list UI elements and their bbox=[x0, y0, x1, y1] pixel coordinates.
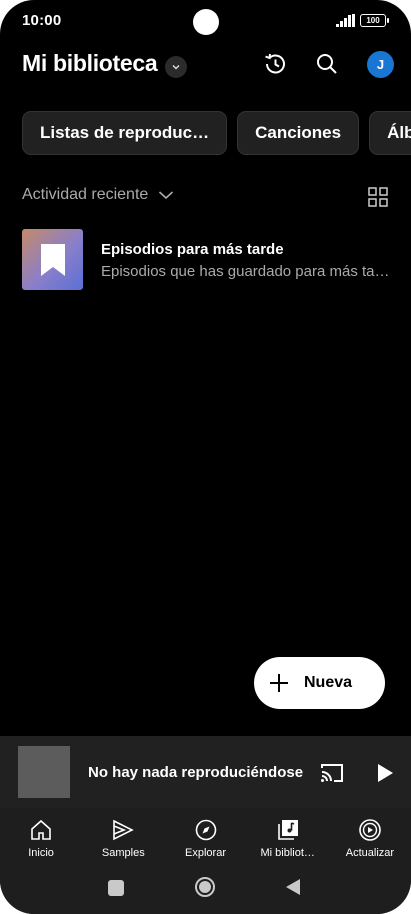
chevron-down-icon bbox=[159, 191, 174, 200]
nav-label: Inicio bbox=[28, 847, 54, 859]
chevron-down-icon bbox=[172, 65, 180, 70]
bookmark-icon bbox=[40, 243, 65, 276]
mini-player[interactable]: No hay nada reproduciéndose bbox=[0, 736, 411, 808]
compass-icon bbox=[195, 819, 216, 841]
recent-activity-label: Actividad reciente bbox=[22, 186, 149, 203]
nav-item-mi-biblioteca[interactable]: Mi bibliot… bbox=[247, 808, 329, 864]
cast-icon[interactable] bbox=[320, 763, 344, 783]
front-camera bbox=[193, 9, 219, 35]
avatar-letter: J bbox=[376, 57, 385, 72]
item-title: Episodios para más tarde bbox=[101, 241, 284, 258]
avatar[interactable]: J bbox=[367, 51, 394, 78]
home-button[interactable] bbox=[195, 877, 215, 897]
upgrade-icon bbox=[359, 819, 381, 841]
history-icon bbox=[265, 53, 285, 74]
library-icon bbox=[277, 820, 298, 840]
nav-label: Mi bibliot… bbox=[260, 847, 315, 859]
player-artwork bbox=[18, 746, 70, 798]
back-button[interactable] bbox=[286, 879, 300, 895]
recent-activity-sort[interactable]: Actividad reciente bbox=[22, 186, 174, 204]
play-icon[interactable] bbox=[376, 763, 394, 783]
grid-view-icon[interactable] bbox=[368, 187, 388, 207]
system-nav-bar bbox=[0, 864, 411, 914]
nav-item-inicio[interactable]: Inicio bbox=[0, 808, 82, 864]
nav-item-actualizar[interactable]: Actualizar bbox=[329, 808, 411, 864]
library-switch-button[interactable] bbox=[165, 56, 187, 78]
new-button-label: Nueva bbox=[304, 674, 353, 691]
recents-button[interactable] bbox=[108, 880, 124, 896]
item-thumbnail bbox=[22, 229, 83, 290]
chip-songs[interactable]: Canciones bbox=[237, 111, 360, 155]
battery-level: 100 bbox=[366, 16, 380, 25]
nav-item-explorar[interactable]: Explorar bbox=[164, 808, 246, 864]
nav-label: Samples bbox=[101, 847, 145, 859]
app-screen: 10:00 100 Mi biblioteca J Listas de repr… bbox=[0, 0, 411, 914]
list-item[interactable]: Episodios para más tarde Episodios que h… bbox=[22, 229, 392, 291]
search-icon bbox=[317, 54, 337, 74]
filter-chips: Listas de reproduc… Canciones Álbumes bbox=[22, 111, 411, 155]
bottom-nav: Inicio Samples Explorar Mi bibliot… Actu… bbox=[0, 808, 411, 864]
samples-icon bbox=[113, 819, 135, 841]
home-icon bbox=[31, 819, 51, 840]
signal-icon bbox=[336, 14, 355, 27]
chip-playlists[interactable]: Listas de reproduc… bbox=[22, 111, 228, 155]
status-time: 10:00 bbox=[22, 12, 62, 29]
battery-icon: 100 bbox=[360, 14, 386, 27]
new-button[interactable]: Nueva bbox=[254, 657, 385, 709]
page-title: Mi biblioteca bbox=[22, 50, 158, 76]
item-subtitle: Episodios que has guardado para más tard… bbox=[101, 263, 391, 280]
history-button[interactable] bbox=[261, 50, 289, 78]
plus-icon bbox=[270, 674, 288, 692]
nav-item-samples[interactable]: Samples bbox=[82, 808, 164, 864]
player-status: No hay nada reproduciéndose bbox=[88, 764, 304, 781]
status-bar: 10:00 100 bbox=[0, 0, 411, 42]
home-dot bbox=[199, 881, 211, 893]
battery-tip bbox=[387, 18, 389, 23]
nav-label: Actualizar bbox=[345, 847, 395, 859]
chip-albums[interactable]: Álbumes bbox=[369, 111, 411, 155]
nav-label: Explorar bbox=[185, 847, 226, 859]
search-button[interactable] bbox=[313, 50, 341, 78]
